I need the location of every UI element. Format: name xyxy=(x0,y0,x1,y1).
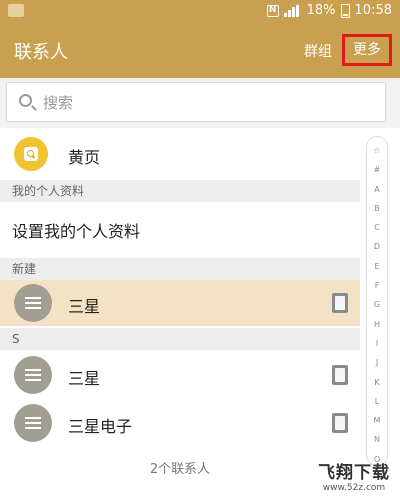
signal-icon xyxy=(283,4,302,17)
status-bar: N 18% 10:58 xyxy=(0,0,400,22)
contact-list[interactable]: 黄页 我的个人资料 设置我的个人资料 新建 三星 S 三星 三星电子 ☆ # A… xyxy=(0,128,400,500)
watermark-url: www.52z.com xyxy=(322,483,386,493)
status-indicators: N 18% 10:58 xyxy=(266,3,392,18)
contact-card-icon[interactable] xyxy=(332,365,348,385)
contact-name: 三星 xyxy=(68,297,101,316)
index-letter[interactable]: D xyxy=(374,237,380,256)
contact-card-icon[interactable] xyxy=(332,293,348,313)
contact-name: 三星电子 xyxy=(68,417,133,436)
index-letter[interactable]: H xyxy=(374,315,380,334)
search-input[interactable] xyxy=(43,88,373,118)
contact-row[interactable]: 三星 xyxy=(0,352,360,398)
section-header-s: S xyxy=(0,328,360,350)
contact-card-icon[interactable] xyxy=(332,413,348,433)
index-letter[interactable]: ☆ xyxy=(373,141,380,160)
index-letter[interactable]: A xyxy=(374,180,379,199)
yellow-pages-item[interactable]: 黄页 xyxy=(0,128,360,180)
contact-row[interactable]: 三星 xyxy=(0,280,360,326)
battery-icon xyxy=(340,3,350,18)
battery-percent: 18% xyxy=(306,3,336,18)
contact-count: 2个联系人 xyxy=(149,462,211,477)
groups-button[interactable]: 群组 xyxy=(304,41,332,61)
section-header-new: 新建 xyxy=(0,258,360,280)
yellow-pages-label: 黄页 xyxy=(68,148,101,167)
index-letter[interactable]: M xyxy=(374,411,381,430)
clock: 10:58 xyxy=(354,3,392,18)
index-letter[interactable]: G xyxy=(374,295,380,314)
index-letter[interactable]: C xyxy=(374,218,380,237)
notification-icon xyxy=(8,4,24,17)
watermark-title: 飞翔下载 xyxy=(318,463,390,483)
yellow-pages-icon xyxy=(14,137,48,171)
section-header-profile: 我的个人资料 xyxy=(0,180,360,202)
search-icon xyxy=(19,94,32,107)
search-box[interactable] xyxy=(6,82,386,122)
alphabet-index[interactable]: ☆ # A B C D E F G H I J K L M N O xyxy=(366,136,388,466)
index-letter[interactable]: J xyxy=(376,353,378,372)
avatar xyxy=(14,404,52,442)
index-letter[interactable]: N xyxy=(374,430,380,449)
index-letter[interactable]: # xyxy=(374,160,381,179)
app-bar: 联系人 群组 更多 xyxy=(0,22,400,78)
index-letter[interactable]: L xyxy=(375,392,379,411)
contact-row[interactable]: 三星电子 xyxy=(0,400,360,446)
nfc-icon: N xyxy=(266,4,279,17)
set-profile-item[interactable]: 设置我的个人资料 xyxy=(0,206,360,258)
index-letter[interactable]: I xyxy=(376,334,378,353)
page-title: 联系人 xyxy=(14,42,68,63)
watermark: 飞翔下载 www.52z.com xyxy=(312,458,396,493)
avatar xyxy=(14,284,52,322)
more-button[interactable]: 更多 xyxy=(342,34,392,66)
avatar xyxy=(14,356,52,394)
index-letter[interactable]: B xyxy=(374,199,380,218)
index-letter[interactable]: F xyxy=(375,276,380,295)
index-letter[interactable]: K xyxy=(374,373,379,392)
index-letter[interactable]: E xyxy=(374,257,379,276)
contact-name: 三星 xyxy=(68,369,101,388)
